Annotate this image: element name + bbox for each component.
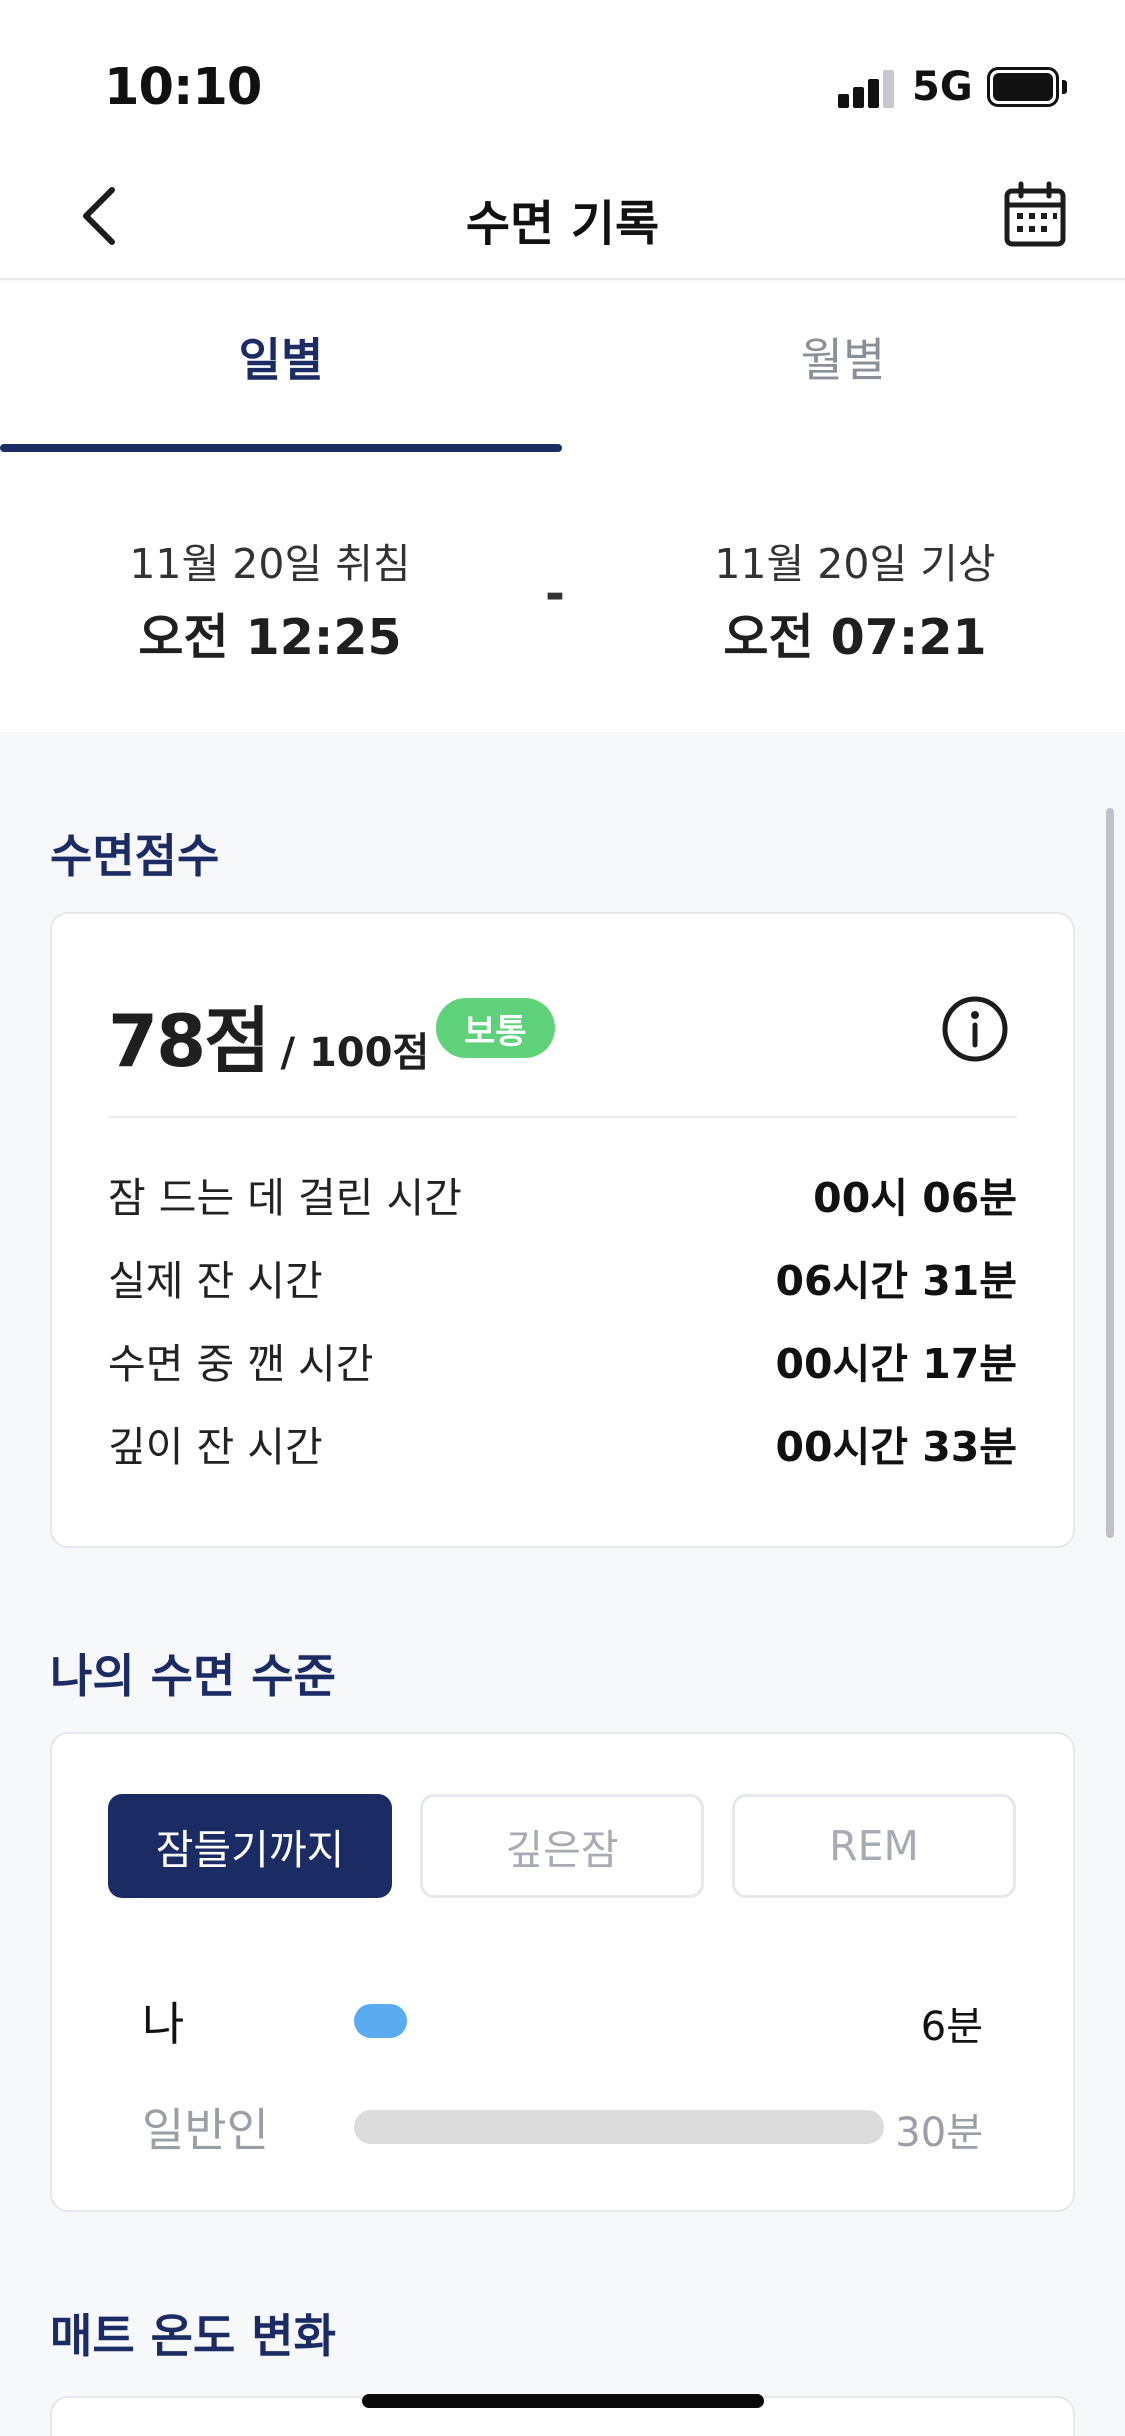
calendar-button[interactable] [1000, 180, 1070, 250]
range-separator: - [545, 566, 565, 622]
home-indicator [362, 2394, 764, 2408]
metric-row: 실제 잔 시간 06시간 31분 [108, 1247, 1017, 1307]
comparison-label: 나 [142, 1997, 185, 2051]
calendar-icon [1004, 181, 1066, 247]
status-bar: 10:10 5G [0, 0, 1125, 150]
metric-row: 잠 드는 데 걸린 시간 00시 06분 [108, 1164, 1017, 1224]
sleep-score-title: 수면점수 [50, 829, 220, 883]
score-value: 78점 [108, 999, 270, 1083]
comparison-value: 30분 [895, 2110, 983, 2156]
metric-value: 00시간 33분 [775, 1423, 1017, 1471]
comparison-row-me: 나 6분 [108, 1978, 1017, 2058]
score-total: / 100점 [280, 1030, 430, 1076]
metric-row: 수면 중 깬 시간 00시간 17분 [108, 1330, 1017, 1390]
sleep-level-title: 나의 수면 수준 [50, 1649, 336, 1703]
bedtime-block: 11월 20일 취침 오전 12:25 [60, 530, 480, 669]
metric-label: 실제 잔 시간 [108, 1257, 323, 1305]
status-time: 10:10 [104, 58, 262, 117]
metric-value: 00시 06분 [813, 1174, 1017, 1222]
network-type: 5G [912, 64, 973, 110]
sleep-level-card: 잠들기까지 깊은잠 REM 나 6분 일반인 30분 [50, 1732, 1075, 2212]
nav-bar: 수면 기록 [0, 150, 1125, 280]
active-tab-indicator [0, 444, 562, 452]
info-icon [942, 996, 1008, 1062]
comparison-label: 일반인 [142, 2103, 269, 2157]
tab-daily[interactable]: 일별 [0, 282, 562, 454]
comparison-row-average: 일반인 30분 [108, 2084, 1017, 2164]
score-display: 78점 / 100점 [108, 982, 429, 1087]
score-status-badge: 보통 [436, 998, 555, 1058]
tab-monthly[interactable]: 월별 [562, 282, 1124, 454]
segment-deep-sleep[interactable]: 깊은잠 [420, 1794, 704, 1898]
page-title: 수면 기록 [465, 196, 660, 252]
signal-icon [838, 70, 898, 108]
metric-label: 잠 드는 데 걸린 시간 [108, 1174, 462, 1222]
wake-label: 11월 20일 기상 [714, 540, 996, 588]
sleep-score-card: 78점 / 100점 보통 잠 드는 데 걸린 시간 00시 06분 실제 잔 … [50, 912, 1075, 1548]
wake-time: 오전 07:21 [723, 609, 987, 666]
sleep-record-screen: 10:10 5G 수면 기록 일별 월별 11월 20일 취침 오전 12:25… [0, 0, 1125, 2436]
battery-icon [987, 67, 1067, 107]
segment-rem[interactable]: REM [732, 1794, 1016, 1898]
mat-temperature-title: 매트 온도 변화 [50, 2309, 336, 2363]
wake-block: 11월 20일 기상 오전 07:21 [645, 530, 1065, 669]
comparison-bar-me [354, 2004, 407, 2038]
comparison-bar-average [354, 2110, 884, 2144]
metric-value: 06시간 31분 [775, 1257, 1017, 1305]
score-divider [108, 1116, 1017, 1118]
period-tabs: 일별 월별 [0, 282, 1125, 454]
metric-label: 수면 중 깬 시간 [108, 1340, 374, 1388]
segment-time-to-sleep[interactable]: 잠들기까지 [108, 1794, 392, 1898]
bedtime-label: 11월 20일 취침 [129, 540, 411, 588]
metric-label: 깊이 잔 시간 [108, 1423, 323, 1471]
metric-row: 깊이 잔 시간 00시간 33분 [108, 1413, 1017, 1473]
comparison-value: 6분 [920, 2004, 983, 2050]
sleep-time-range: 11월 20일 취침 오전 12:25 - 11월 20일 기상 오전 07:2… [0, 454, 1125, 732]
bedtime-time: 오전 12:25 [138, 609, 402, 666]
metric-value: 00시간 17분 [775, 1340, 1017, 1388]
score-info-button[interactable] [940, 994, 1010, 1064]
scrollbar[interactable] [1106, 808, 1114, 1538]
